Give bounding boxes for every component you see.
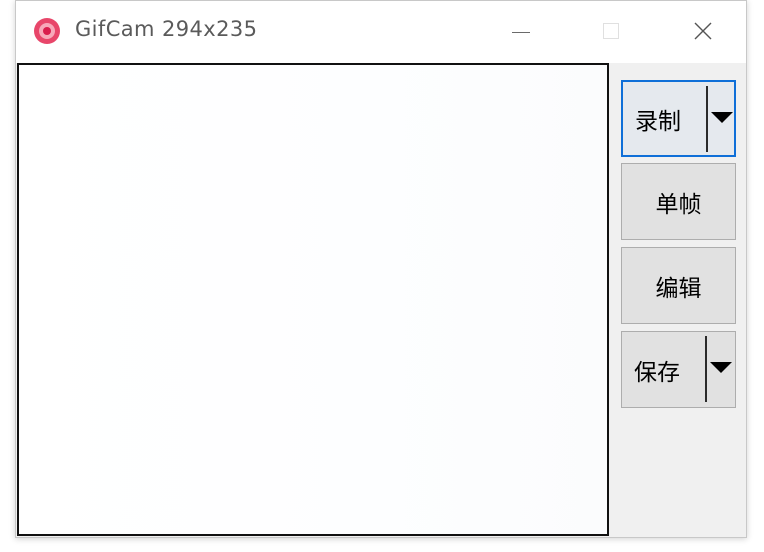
- triangle-down-icon[interactable]: [711, 112, 733, 123]
- split-divider: [706, 86, 708, 152]
- edit-button[interactable]: 编辑: [621, 247, 736, 324]
- record-button[interactable]: 录制: [621, 80, 736, 157]
- close-icon: [694, 22, 712, 40]
- title-bar[interactable]: GifCam 294x235: [16, 1, 746, 63]
- minimize-button[interactable]: [476, 1, 566, 63]
- maximize-button: [566, 1, 656, 63]
- frame-button-label: 单帧: [655, 191, 702, 218]
- minimize-icon: [512, 32, 530, 33]
- frame-button[interactable]: 单帧: [621, 163, 736, 240]
- maximize-icon: [603, 23, 619, 39]
- save-button-label: 保存: [634, 359, 680, 386]
- split-divider: [705, 336, 707, 402]
- close-button[interactable]: [657, 1, 747, 63]
- capture-area[interactable]: [17, 63, 609, 536]
- gifcam-app-icon[interactable]: [34, 18, 60, 44]
- triangle-down-icon[interactable]: [710, 362, 732, 373]
- edit-button-label: 编辑: [655, 275, 702, 302]
- gifcam-window: GifCam 294x235 录制 单帧 编辑 保存: [15, 0, 747, 538]
- record-button-label: 录制: [635, 108, 681, 135]
- save-button[interactable]: 保存: [621, 331, 736, 408]
- window-title: GifCam 294x235: [75, 17, 258, 41]
